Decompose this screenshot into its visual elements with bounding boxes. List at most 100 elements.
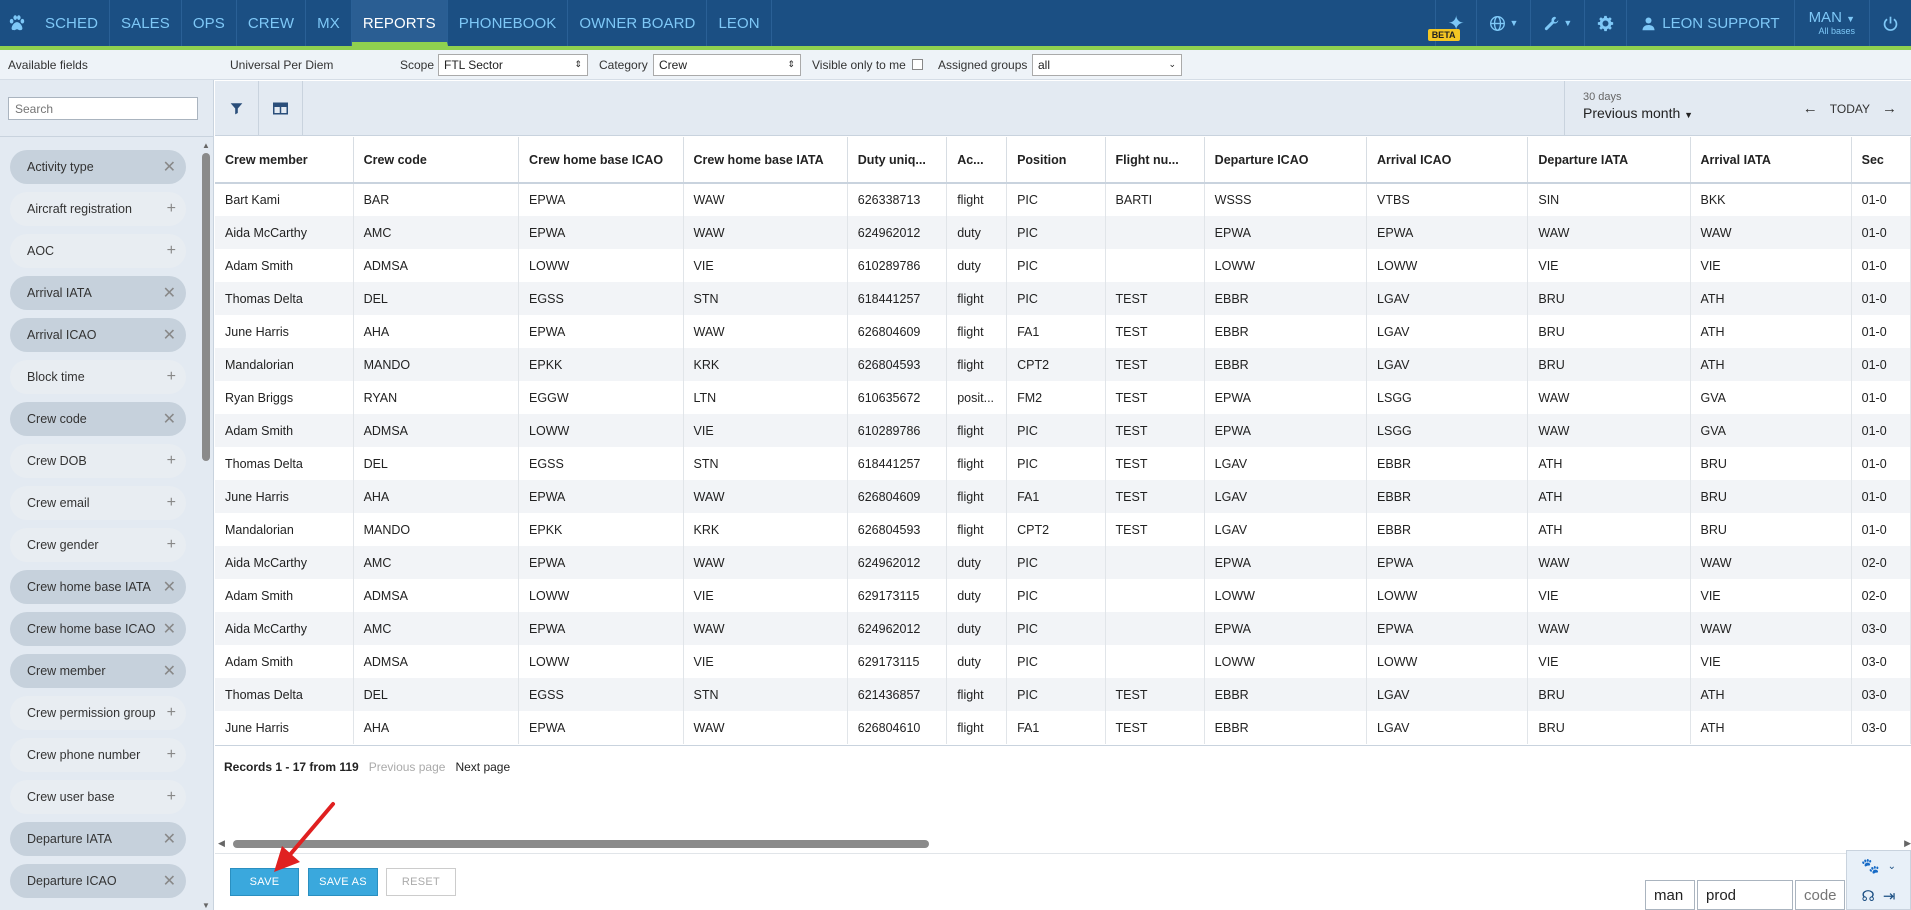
nav-item-sales[interactable]: SALES bbox=[110, 0, 182, 46]
column-header[interactable]: Ac... bbox=[946, 137, 1008, 184]
assigned-groups-select[interactable]: all ⌄ bbox=[1032, 53, 1182, 76]
field-chip[interactable]: Departure IATA ✕ bbox=[10, 822, 186, 856]
login-user-field[interactable]: man bbox=[1645, 880, 1695, 910]
table-row[interactable]: Aida McCarthy AMC EPWA WAW 624962012 duty PIC E… bbox=[215, 612, 1911, 645]
nav-item-crew[interactable]: CREW bbox=[237, 0, 307, 46]
visible-only-checkbox[interactable] bbox=[912, 59, 923, 70]
sparkle-icon[interactable]: ✦ BETA bbox=[1427, 0, 1477, 46]
column-header[interactable]: Sec bbox=[1851, 137, 1911, 184]
nav-item-ops[interactable]: OPS bbox=[182, 0, 237, 46]
table-row[interactable]: June Harris AHA EPWA WAW 626804609 flight FA1 T… bbox=[215, 480, 1911, 513]
nav-item-owner-board[interactable]: OWNER BOARD bbox=[568, 0, 708, 46]
field-chip[interactable]: Departure ICAO ✕ bbox=[10, 864, 186, 898]
remove-x-icon[interactable]: ✕ bbox=[163, 157, 176, 177]
language-globe-icon[interactable]: ▼ bbox=[1476, 0, 1530, 46]
table-row[interactable]: Thomas Delta DEL EGSS STN 621436857 flight PIC… bbox=[215, 678, 1911, 711]
field-chip[interactable]: Crew phone number + bbox=[10, 738, 186, 772]
settings-gear-icon[interactable] bbox=[1584, 0, 1626, 46]
table-row[interactable]: Adam Smith ADMSA LOWW VIE 610289786 flight PIC… bbox=[215, 414, 1911, 447]
headset-icon[interactable]: ☊ bbox=[1862, 887, 1875, 905]
remove-x-icon[interactable]: ✕ bbox=[163, 619, 176, 639]
table-row[interactable]: Aida McCarthy AMC EPWA WAW 624962012 duty PIC E… bbox=[215, 216, 1911, 249]
base-selector[interactable]: MAN ▼ All bases bbox=[1793, 0, 1869, 46]
field-chip[interactable]: Aircraft registration + bbox=[10, 192, 186, 226]
remove-x-icon[interactable]: ✕ bbox=[163, 325, 176, 345]
column-header[interactable]: Flight nu... bbox=[1105, 137, 1205, 184]
field-chip[interactable]: Activity type ✕ bbox=[10, 150, 186, 184]
column-header[interactable]: Arrival IATA bbox=[1690, 137, 1852, 184]
column-header[interactable]: Duty uniq... bbox=[847, 137, 948, 184]
field-chip[interactable]: Crew permission group + bbox=[10, 696, 186, 730]
add-plus-icon[interactable]: + bbox=[167, 452, 176, 470]
add-plus-icon[interactable]: + bbox=[167, 536, 176, 554]
user-menu[interactable]: LEON SUPPORT bbox=[1626, 0, 1793, 46]
column-header[interactable]: Crew home base ICAO bbox=[518, 137, 684, 184]
nav-item-phonebook[interactable]: PHONEBOOK bbox=[448, 0, 569, 46]
scroll-left-icon[interactable]: ◀ bbox=[218, 838, 225, 849]
sidebar-scroll-thumb[interactable] bbox=[202, 153, 210, 461]
table-row[interactable]: June Harris AHA EPWA WAW 626804609 flight FA1 T… bbox=[215, 315, 1911, 348]
login-env-field[interactable]: prod bbox=[1697, 880, 1793, 910]
scroll-right-icon[interactable]: ▶ bbox=[1904, 838, 1911, 849]
field-chip[interactable]: AOC + bbox=[10, 234, 186, 268]
column-header[interactable]: Crew member bbox=[215, 137, 354, 184]
remove-x-icon[interactable]: ✕ bbox=[163, 829, 176, 849]
field-chip[interactable]: Crew home base IATA ✕ bbox=[10, 570, 186, 604]
field-chip[interactable]: Crew home base ICAO ✕ bbox=[10, 612, 186, 646]
remove-x-icon[interactable]: ✕ bbox=[163, 871, 176, 891]
table-row[interactable]: Adam Smith ADMSA LOWW VIE 629173115 duty PIC LO… bbox=[215, 645, 1911, 678]
nav-item-reports[interactable]: REPORTS bbox=[351, 0, 448, 46]
column-header[interactable]: Crew home base IATA bbox=[683, 137, 848, 184]
table-row[interactable]: Ryan Briggs RYAN EGGW LTN 610635672 posit... F… bbox=[215, 381, 1911, 414]
field-chip[interactable]: Crew user base + bbox=[10, 780, 186, 814]
field-chip[interactable]: Crew email + bbox=[10, 486, 186, 520]
column-header[interactable]: Position bbox=[1006, 137, 1106, 184]
field-chip[interactable]: Block time + bbox=[10, 360, 186, 394]
column-header[interactable]: Crew code bbox=[353, 137, 520, 184]
field-chip[interactable]: Crew code ✕ bbox=[10, 402, 186, 436]
field-chip[interactable]: Crew gender + bbox=[10, 528, 186, 562]
tools-wrench-icon[interactable]: ▼ bbox=[1530, 0, 1584, 46]
table-row[interactable]: Thomas Delta DEL EGSS STN 618441257 flight PIC… bbox=[215, 282, 1911, 315]
today-button[interactable]: TODAY bbox=[1830, 102, 1870, 116]
nav-item-leon[interactable]: LEON bbox=[707, 0, 772, 46]
table-row[interactable]: Adam Smith ADMSA LOWW VIE 610289786 duty PIC LO… bbox=[215, 249, 1911, 282]
table-row[interactable]: Aida McCarthy AMC EPWA WAW 624962012 duty PIC E… bbox=[215, 546, 1911, 579]
column-header[interactable]: Departure IATA bbox=[1527, 137, 1691, 184]
field-chip[interactable]: Crew DOB + bbox=[10, 444, 186, 478]
scope-select[interactable]: FTL Sector ⇕ bbox=[438, 53, 588, 76]
column-header[interactable]: Departure ICAO bbox=[1204, 137, 1368, 184]
paw-logo-icon[interactable] bbox=[0, 0, 34, 46]
field-chip[interactable]: Crew member ✕ bbox=[10, 654, 186, 688]
table-row[interactable]: Mandalorian MANDO EPKK KRK 626804593 flight CP… bbox=[215, 348, 1911, 381]
field-chip[interactable]: Arrival ICAO ✕ bbox=[10, 318, 186, 352]
remove-x-icon[interactable]: ✕ bbox=[163, 661, 176, 681]
table-row[interactable]: June Harris AHA EPWA WAW 626804610 flight FA1 T… bbox=[215, 711, 1911, 744]
nav-item-mx[interactable]: MX bbox=[306, 0, 352, 46]
layout-table-icon[interactable] bbox=[259, 81, 303, 136]
add-plus-icon[interactable]: + bbox=[167, 788, 176, 806]
field-chip[interactable]: Arrival IATA ✕ bbox=[10, 276, 186, 310]
filter-funnel-icon[interactable] bbox=[215, 81, 259, 136]
add-plus-icon[interactable]: + bbox=[167, 368, 176, 386]
nav-item-sched[interactable]: SCHED bbox=[34, 0, 111, 46]
period-selector[interactable]: 30 days Previous month ▼ bbox=[1564, 81, 1704, 136]
support-paw-toggle[interactable]: 🐾 ⌄ bbox=[1847, 851, 1910, 881]
table-row[interactable]: Bart Kami BAR EPWA WAW 626338713 flight PIC BAR… bbox=[215, 183, 1911, 216]
field-search-input[interactable] bbox=[8, 97, 198, 120]
scroll-up-icon[interactable]: ▲ bbox=[201, 141, 211, 150]
table-row[interactable]: Adam Smith ADMSA LOWW VIE 629173115 duty PIC LO… bbox=[215, 579, 1911, 612]
add-plus-icon[interactable]: + bbox=[167, 494, 176, 512]
category-select[interactable]: Crew ⇕ bbox=[653, 53, 801, 76]
column-header[interactable]: Arrival ICAO bbox=[1366, 137, 1529, 184]
remove-x-icon[interactable]: ✕ bbox=[163, 283, 176, 303]
remove-x-icon[interactable]: ✕ bbox=[163, 577, 176, 597]
add-plus-icon[interactable]: + bbox=[167, 704, 176, 722]
remove-x-icon[interactable]: ✕ bbox=[163, 409, 176, 429]
table-row[interactable]: Mandalorian MANDO EPKK KRK 626804593 flight CP… bbox=[215, 513, 1911, 546]
table-horizontal-scrollbar[interactable]: ◀ ▶ bbox=[215, 838, 1911, 850]
add-plus-icon[interactable]: + bbox=[167, 200, 176, 218]
power-logout-icon[interactable] bbox=[1869, 0, 1911, 46]
add-plus-icon[interactable]: + bbox=[167, 242, 176, 260]
arrow-left-icon[interactable]: ← bbox=[1803, 100, 1818, 117]
